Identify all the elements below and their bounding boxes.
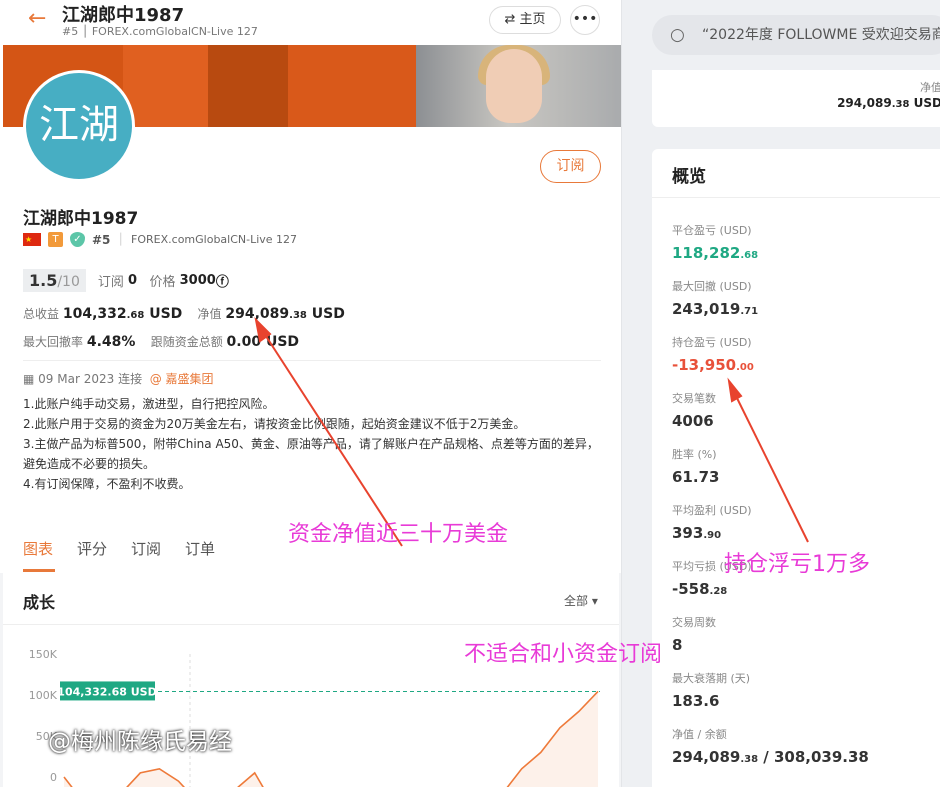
annotation-equity: 资金净值近三十万美金 [288, 522, 509, 547]
watermark: @梅州陈缘氏易经 [48, 729, 232, 755]
arrowhead-unrealized [727, 377, 743, 403]
annotation-not-suitable: 不适合和小资金订阅 [464, 642, 663, 667]
annotation-unrealized: 持仓浮亏1万多 [724, 552, 870, 577]
arrow-equity [261, 329, 403, 547]
arrow-unrealized [733, 391, 809, 543]
annotation-arrows [254, 316, 809, 547]
